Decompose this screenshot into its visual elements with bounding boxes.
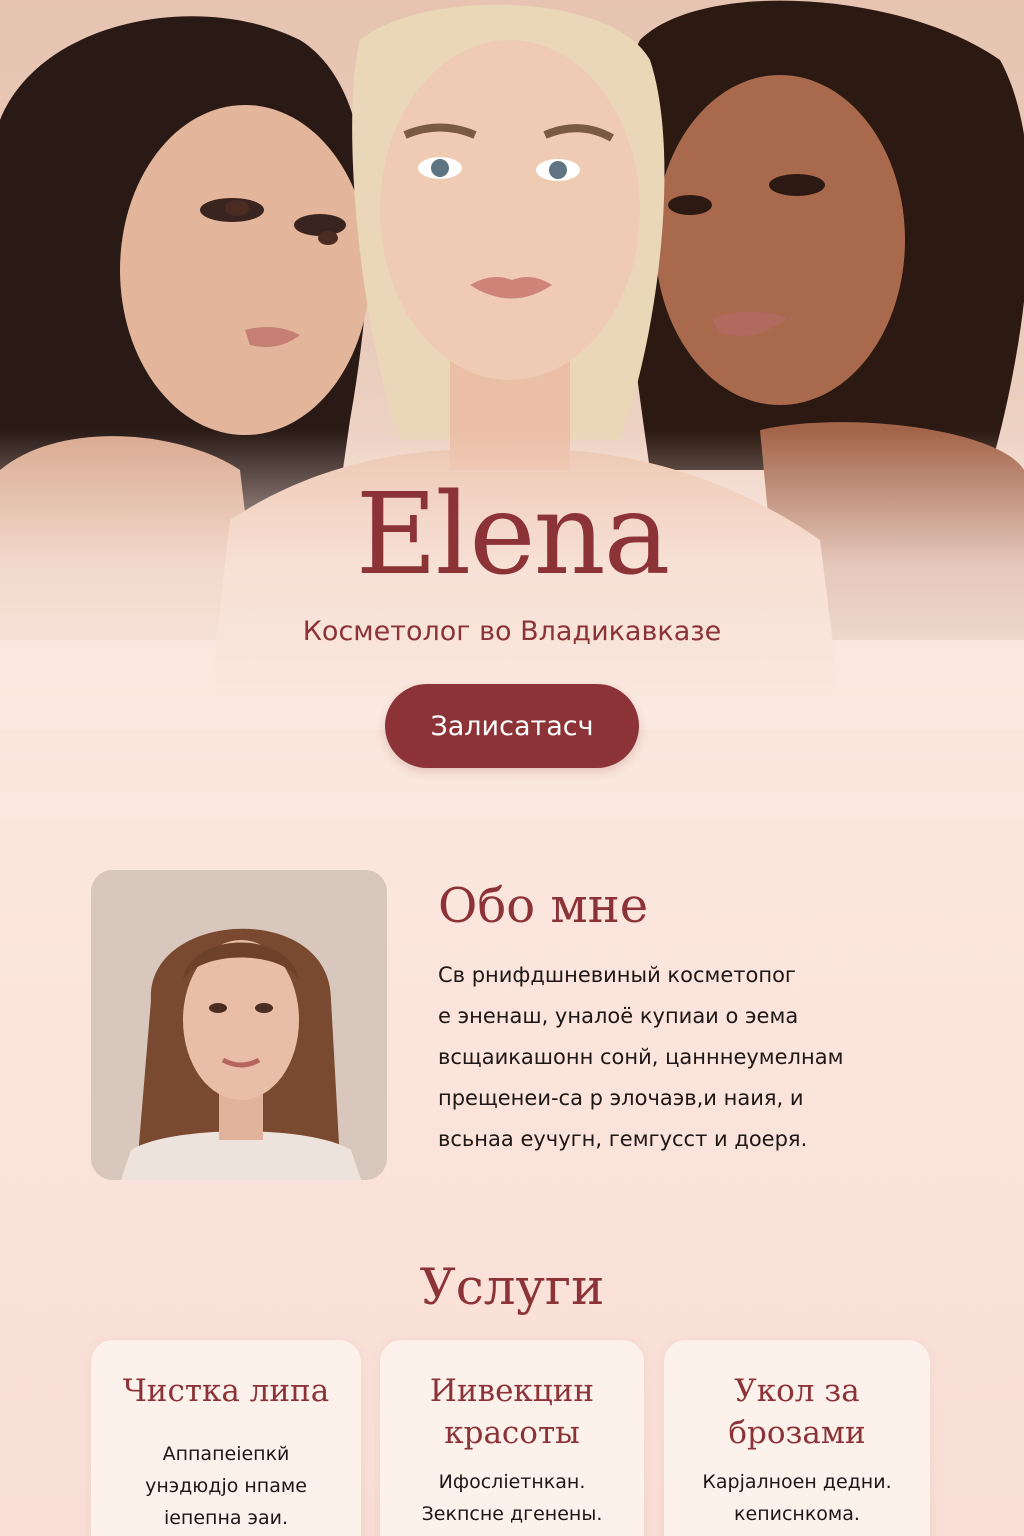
service-card-desc-line: Карјалноен дедни.: [702, 1471, 892, 1493]
about-line: всщаикашонн сонй, цанннеумелнам: [438, 1045, 844, 1069]
about-line: прещенеи-са р элочаэв,и наия, и: [438, 1086, 804, 1110]
service-card-title: Чистка липа: [91, 1370, 361, 1412]
about-heading: Обо мне: [438, 878, 649, 934]
service-card-description: Карјалноен дедни. кеписнкома.: [664, 1466, 930, 1530]
about-description: Св рнифдшневиный косметопог е эненаш, ун…: [438, 955, 938, 1160]
service-card-desc-line: Аппапеiепкй: [162, 1443, 290, 1465]
about-line: е эненаш, уналоё купиаи о эема: [438, 1004, 799, 1028]
book-appointment-button[interactable]: Залисатасч: [385, 684, 639, 768]
service-card-title: Иивекцин красоты: [380, 1370, 644, 1454]
brand-title: Elena: [355, 470, 671, 600]
portrait-illustration: [91, 870, 387, 1180]
hero-section: Elena Косметолог во Владикавказе Залисат…: [0, 0, 1024, 820]
service-card-title-line: красоты: [444, 1415, 580, 1451]
service-card-title-line: Чистка липа: [122, 1373, 330, 1409]
about-portrait-photo: [91, 870, 387, 1180]
services-heading: Услуги: [419, 1258, 605, 1316]
service-card-desc-line: Зекпсне дгенены.: [421, 1503, 603, 1525]
about-line: Св рнифдшневиный косметопог: [438, 963, 796, 987]
service-card-brow-injection[interactable]: Укол за брозами Карјалноен дедни. кеписн…: [664, 1340, 930, 1536]
service-card-face-cleaning[interactable]: Чистка липа Аппапеiепкй унэдюдjo нпаме i…: [91, 1340, 361, 1536]
service-card-beauty-injections[interactable]: Иивекцин красоты Ифосліетнкан. Зекпсне д…: [380, 1340, 644, 1536]
service-card-desc-line: iепепна эаи.: [163, 1507, 289, 1529]
service-card-description: Ифосліетнкан. Зекпсне дгенены.: [380, 1466, 644, 1530]
service-card-desc-line: унэдюдjo нпаме: [145, 1475, 307, 1497]
service-card-desc-line: кеписнкома.: [734, 1503, 860, 1525]
about-line: всьнаа еучугн, гемгусст и доеря.: [438, 1127, 808, 1151]
service-card-description: Аппапеiепкй унэдюдjo нпаме iепепна эаи.: [91, 1438, 361, 1534]
service-card-title-line: Иивекцин: [429, 1373, 595, 1409]
service-card-title-line: брозами: [728, 1415, 866, 1451]
service-card-title: Укол за брозами: [664, 1370, 930, 1454]
service-card-title-line: Укол за: [734, 1373, 860, 1409]
hero-subtitle: Косметолог во Владикавказе: [302, 616, 722, 647]
service-card-desc-line: Ифосліетнкан.: [438, 1471, 586, 1493]
